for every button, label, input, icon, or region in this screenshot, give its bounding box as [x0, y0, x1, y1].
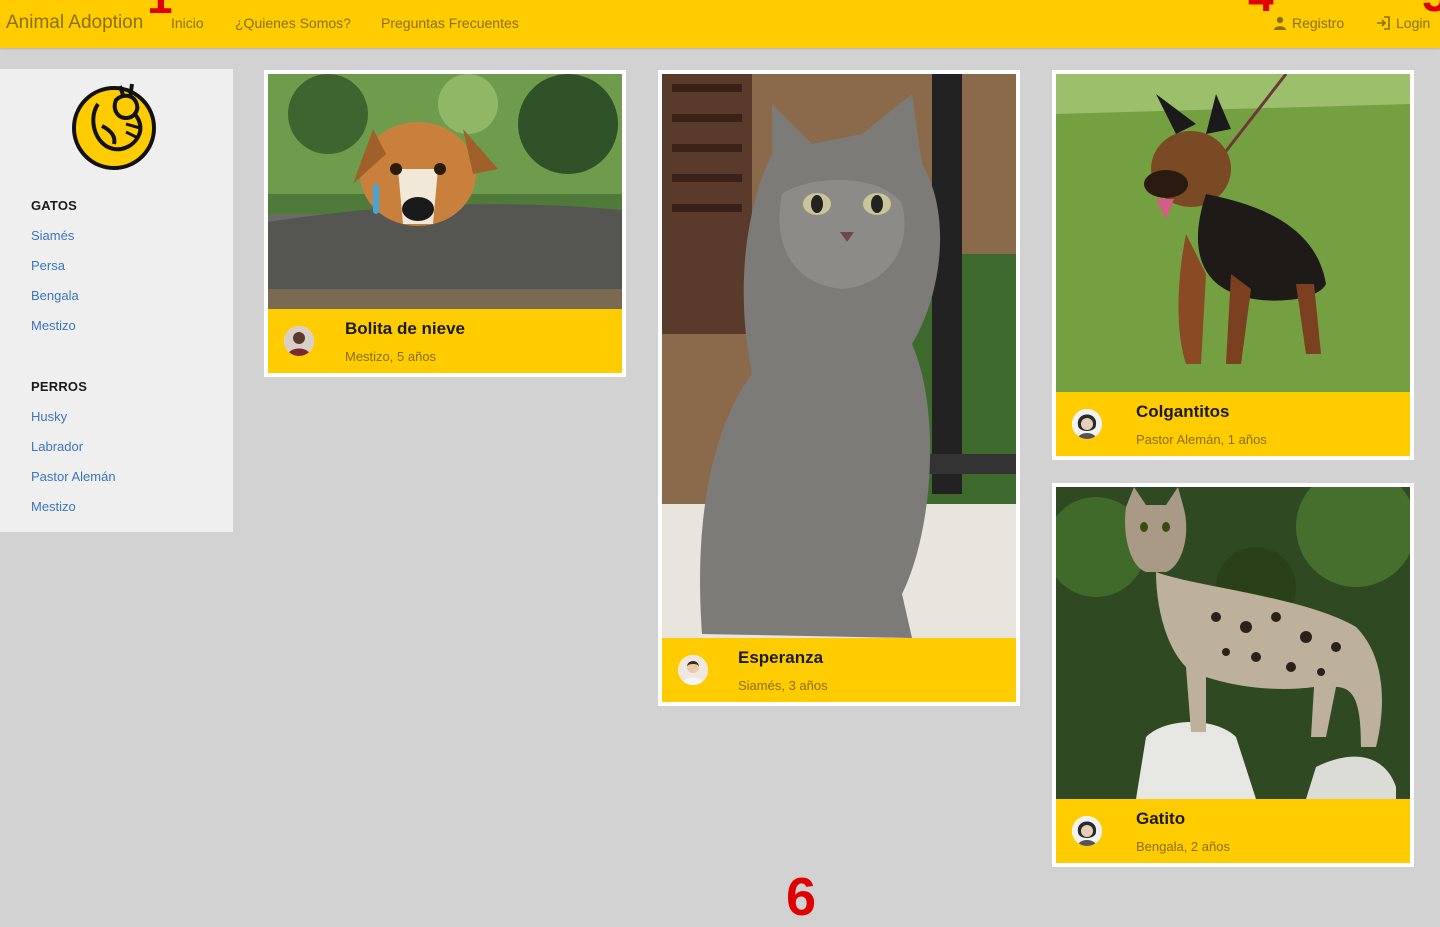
owner-avatar	[678, 655, 708, 685]
cat-photo	[1056, 487, 1410, 799]
annotation-6: 6	[786, 867, 817, 927]
top-navbar: Animal Adoption Inicio ¿Quienes Somos? P…	[0, 0, 1440, 48]
sidebar-link-mestizo-perros[interactable]: Mestizo	[31, 499, 76, 514]
pet-name: Gatito	[1136, 809, 1186, 828]
sidebar-link-husky[interactable]: Husky	[31, 409, 67, 424]
dog-photo	[268, 74, 622, 309]
cat-logo-icon	[70, 74, 158, 175]
pet-card[interactable]: Colgantitos Pastor Alemán, 1 años	[1052, 70, 1414, 460]
nav-link-quienes-somos[interactable]: ¿Quienes Somos?	[235, 15, 351, 31]
card-footer: Colgantitos Pastor Alemán, 1 años	[1056, 392, 1410, 456]
sidebar-link-pastor-aleman[interactable]: Pastor Alemán	[31, 469, 116, 484]
pet-description: Bengala, 2 años	[1136, 839, 1230, 854]
section-title-gatos: GATOS	[31, 198, 78, 213]
nav-link-preguntas[interactable]: Preguntas Frecuentes	[381, 15, 519, 31]
annotation-1: 1	[147, 0, 173, 20]
sidebar: GATOS Siamés Persa Bengala Mestizo PERRO…	[0, 69, 233, 532]
sidebar-link-siames[interactable]: Siamés	[31, 228, 74, 243]
annotation-5: 5	[1422, 0, 1440, 18]
dog-photo	[1056, 74, 1410, 392]
sidebar-link-bengala[interactable]: Bengala	[31, 288, 79, 303]
owner-avatar	[1072, 816, 1102, 846]
pet-name: Bolita de nieve	[345, 319, 465, 338]
card-footer: Gatito Bengala, 2 años	[1056, 799, 1410, 863]
cat-photo	[662, 74, 1016, 638]
pet-card[interactable]: Esperanza Siamés, 3 años	[658, 70, 1020, 706]
user-icon	[1274, 16, 1286, 30]
pet-name: Colgantitos	[1136, 402, 1230, 421]
pet-card[interactable]: Gatito Bengala, 2 años	[1052, 483, 1414, 867]
section-title-perros: PERROS	[31, 379, 88, 394]
card-footer: Esperanza Siamés, 3 años	[662, 638, 1016, 702]
pet-description: Mestizo, 5 años	[345, 349, 437, 364]
pet-description: Pastor Alemán, 1 años	[1136, 432, 1267, 447]
annotation-4: 4	[1248, 0, 1274, 18]
sidebar-link-labrador[interactable]: Labrador	[31, 439, 83, 454]
register-label: Registro	[1292, 15, 1345, 31]
nav-link-inicio[interactable]: Inicio	[171, 15, 204, 31]
sign-in-icon	[1377, 16, 1390, 30]
brand-link[interactable]: Animal Adoption	[6, 12, 143, 34]
sidebar-link-mestizo-gatos[interactable]: Mestizo	[31, 318, 76, 333]
sidebar-link-persa[interactable]: Persa	[31, 258, 65, 273]
owner-avatar	[284, 326, 314, 356]
card-footer: Bolita de nieve Mestizo, 5 años	[268, 309, 622, 373]
owner-avatar	[1072, 409, 1102, 439]
register-link[interactable]: Registro	[1273, 15, 1344, 31]
pet-description: Siamés, 3 años	[738, 678, 828, 693]
pet-name: Esperanza	[738, 648, 824, 667]
pet-card[interactable]: Bolita de nieve Mestizo, 5 años	[264, 70, 626, 377]
